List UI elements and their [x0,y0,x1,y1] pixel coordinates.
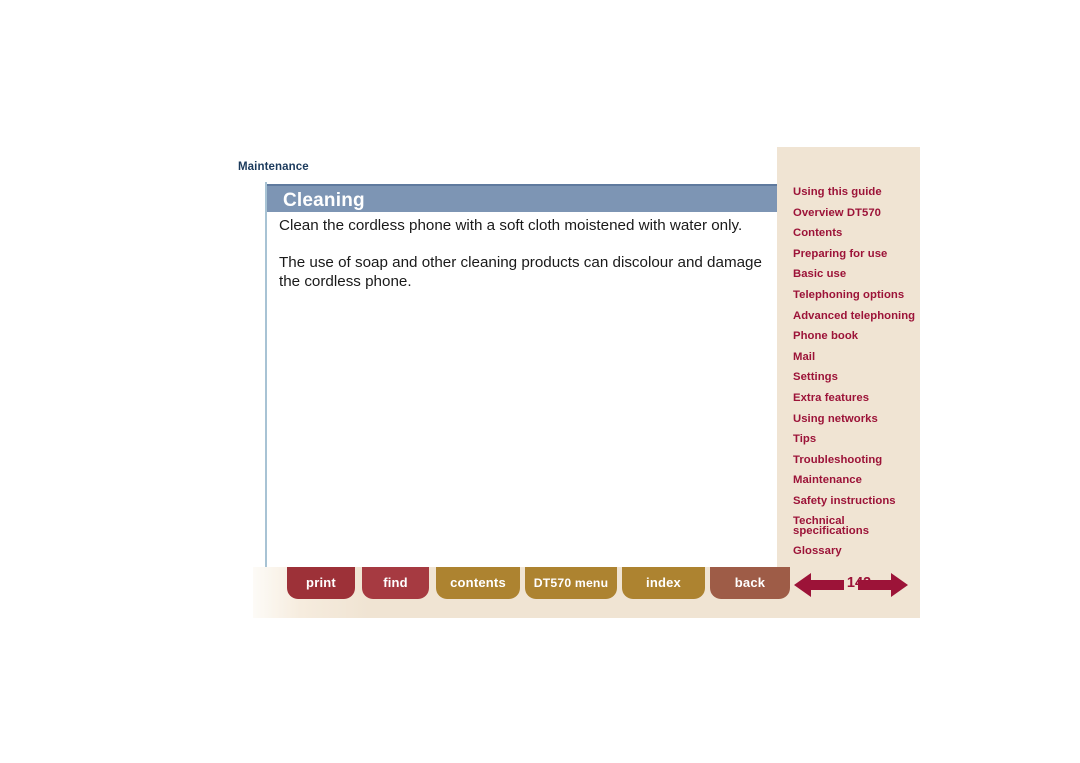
back-button[interactable]: back [710,567,790,599]
arrow-right-icon[interactable] [858,571,908,599]
sidebar-item-preparing-for-use[interactable]: Preparing for use [793,244,918,265]
sidebar-item-advanced-telephoning[interactable]: Advanced telephoning [793,306,918,327]
pager: 142 [794,569,910,601]
sidebar-item-using-this-guide[interactable]: Using this guide [793,182,918,203]
arrow-left-icon[interactable] [794,571,844,599]
sidebar-item-basic-use[interactable]: Basic use [793,264,918,285]
breadcrumb: Maintenance [238,161,309,173]
sidebar-item-extra-features[interactable]: Extra features [793,388,918,409]
sidebar-item-safety-instructions[interactable]: Safety instructions [793,491,918,512]
sidebar-item-overview-dt570[interactable]: Overview DT570 [793,203,918,224]
print-button[interactable]: print [287,567,355,599]
sidebar-item-technical-specifications[interactable]: Technical specifications [793,512,918,541]
index-button[interactable]: index [622,567,705,599]
paragraph-1: Clean the cordless phone with a soft clo… [279,217,743,234]
sidebar-item-label-line2: specifications [793,525,870,537]
paragraph-2: The use of soap and other cleaning produ… [279,254,762,290]
contents-button[interactable]: contents [436,567,520,599]
sidebar-item-telephoning-options[interactable]: Telephoning options [793,285,918,306]
sidebar-item-contents[interactable]: Contents [793,223,918,244]
sidebar-item-troubleshooting[interactable]: Troubleshooting [793,450,918,471]
sidebar-item-settings[interactable]: Settings [793,367,918,388]
dt570-menu-button[interactable]: DT570 menu [525,567,617,599]
bottom-toolbar: print find contents DT570 menu index bac… [253,567,790,618]
navigation-sidebar: Using this guide Overview DT570 Contents… [777,147,920,618]
sidebar-item-phone-book[interactable]: Phone book [793,326,918,347]
page-title: Cleaning [283,190,365,211]
find-button[interactable]: find [362,567,429,599]
body-copy: Clean the cordless phone with a soft clo… [279,216,771,309]
manual-page: Maintenance Cleaning Clean the cordless … [0,0,1080,763]
sidebar-item-mail[interactable]: Mail [793,347,918,368]
sidebar-nav-list: Using this guide Overview DT570 Contents… [793,182,918,561]
sidebar-item-using-networks[interactable]: Using networks [793,409,918,430]
sidebar-item-maintenance[interactable]: Maintenance [793,470,918,491]
section-title-band: Cleaning [267,184,778,212]
sidebar-item-glossary[interactable]: Glossary [793,541,918,562]
sidebar-item-tips[interactable]: Tips [793,429,918,450]
